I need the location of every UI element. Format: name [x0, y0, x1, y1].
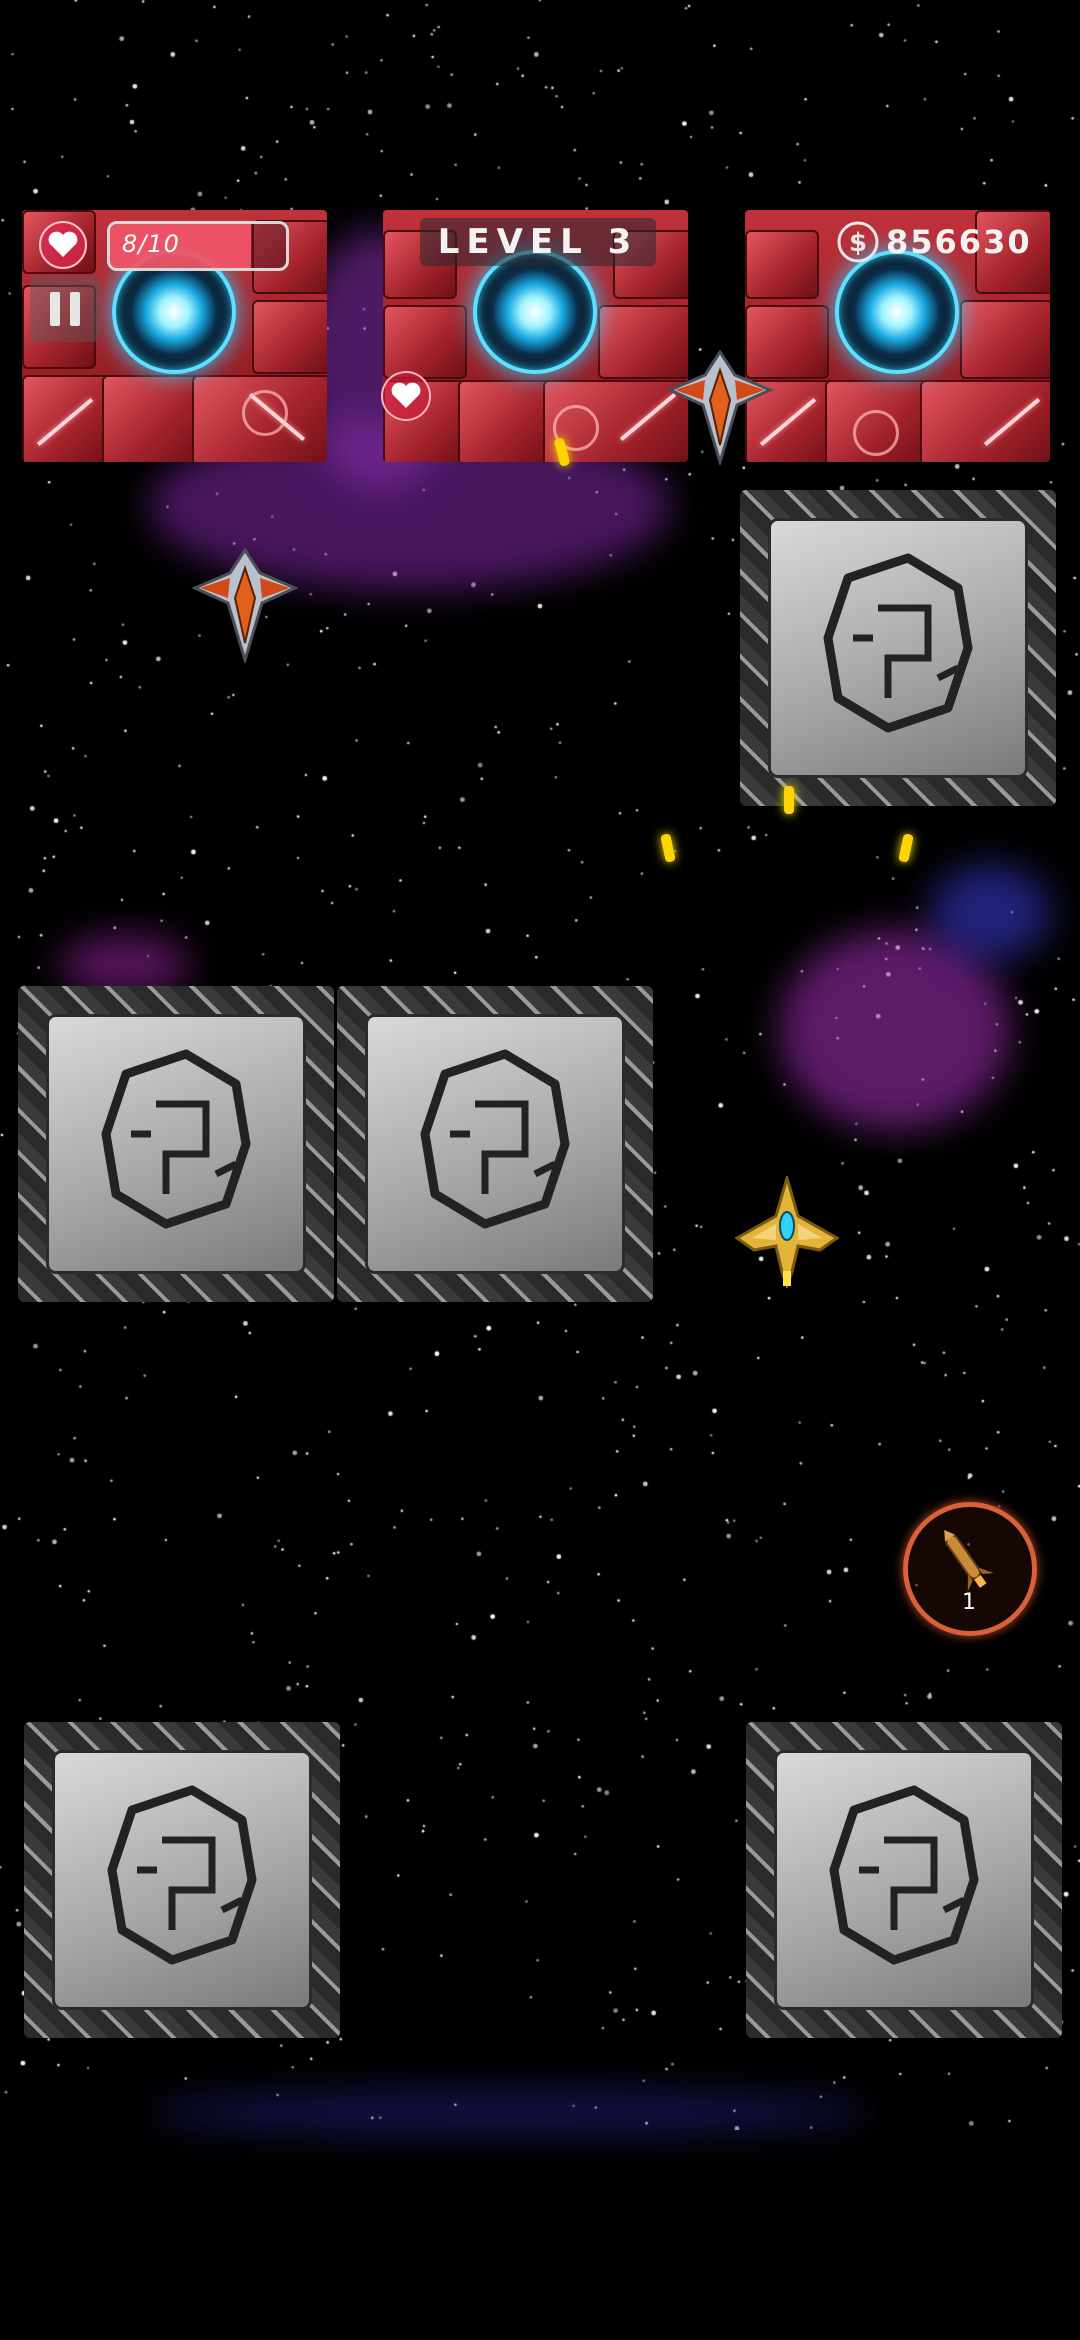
enemy-fighter-ship — [191, 548, 299, 663]
pause-icon — [50, 292, 60, 326]
player-ship[interactable] — [732, 1176, 842, 1288]
missile-icon — [944, 1529, 995, 1592]
game-stage[interactable]: 8/10 LEVEL 3 $ 856630 1 — [0, 0, 1080, 2340]
missile-powerup-button[interactable] — [903, 1502, 1037, 1636]
player-bullet — [784, 786, 794, 814]
level-label: LEVEL 3 — [437, 222, 639, 262]
nebula-cloud — [930, 865, 1050, 960]
pause-icon — [70, 292, 80, 326]
stone-block — [18, 986, 334, 1302]
stone-block — [740, 490, 1056, 806]
health-bar: 8/10 — [107, 221, 289, 271]
coin-counter: 856630 — [886, 223, 1032, 261]
pause-button[interactable] — [30, 276, 100, 342]
heart-icon — [39, 221, 87, 269]
enemy-turret — [242, 390, 288, 436]
health-text: 8/10 — [122, 230, 180, 258]
svg-text:$: $ — [849, 228, 867, 258]
dollar-coin-icon: $ — [837, 221, 879, 263]
enemy-fighter-ship — [666, 350, 774, 465]
missile-count: 1 — [962, 1590, 976, 1615]
enemy-turret — [853, 410, 899, 456]
heart-pickup-icon[interactable] — [380, 370, 432, 422]
stone-block — [24, 1722, 340, 2038]
stone-block — [337, 986, 653, 1302]
enemy-core — [835, 250, 959, 374]
enemy-core — [473, 250, 597, 374]
nebula-cloud — [780, 930, 1010, 1130]
nebula-cloud — [150, 2090, 870, 2135]
stone-block — [746, 1722, 1062, 2038]
level-indicator: LEVEL 3 — [420, 218, 656, 266]
